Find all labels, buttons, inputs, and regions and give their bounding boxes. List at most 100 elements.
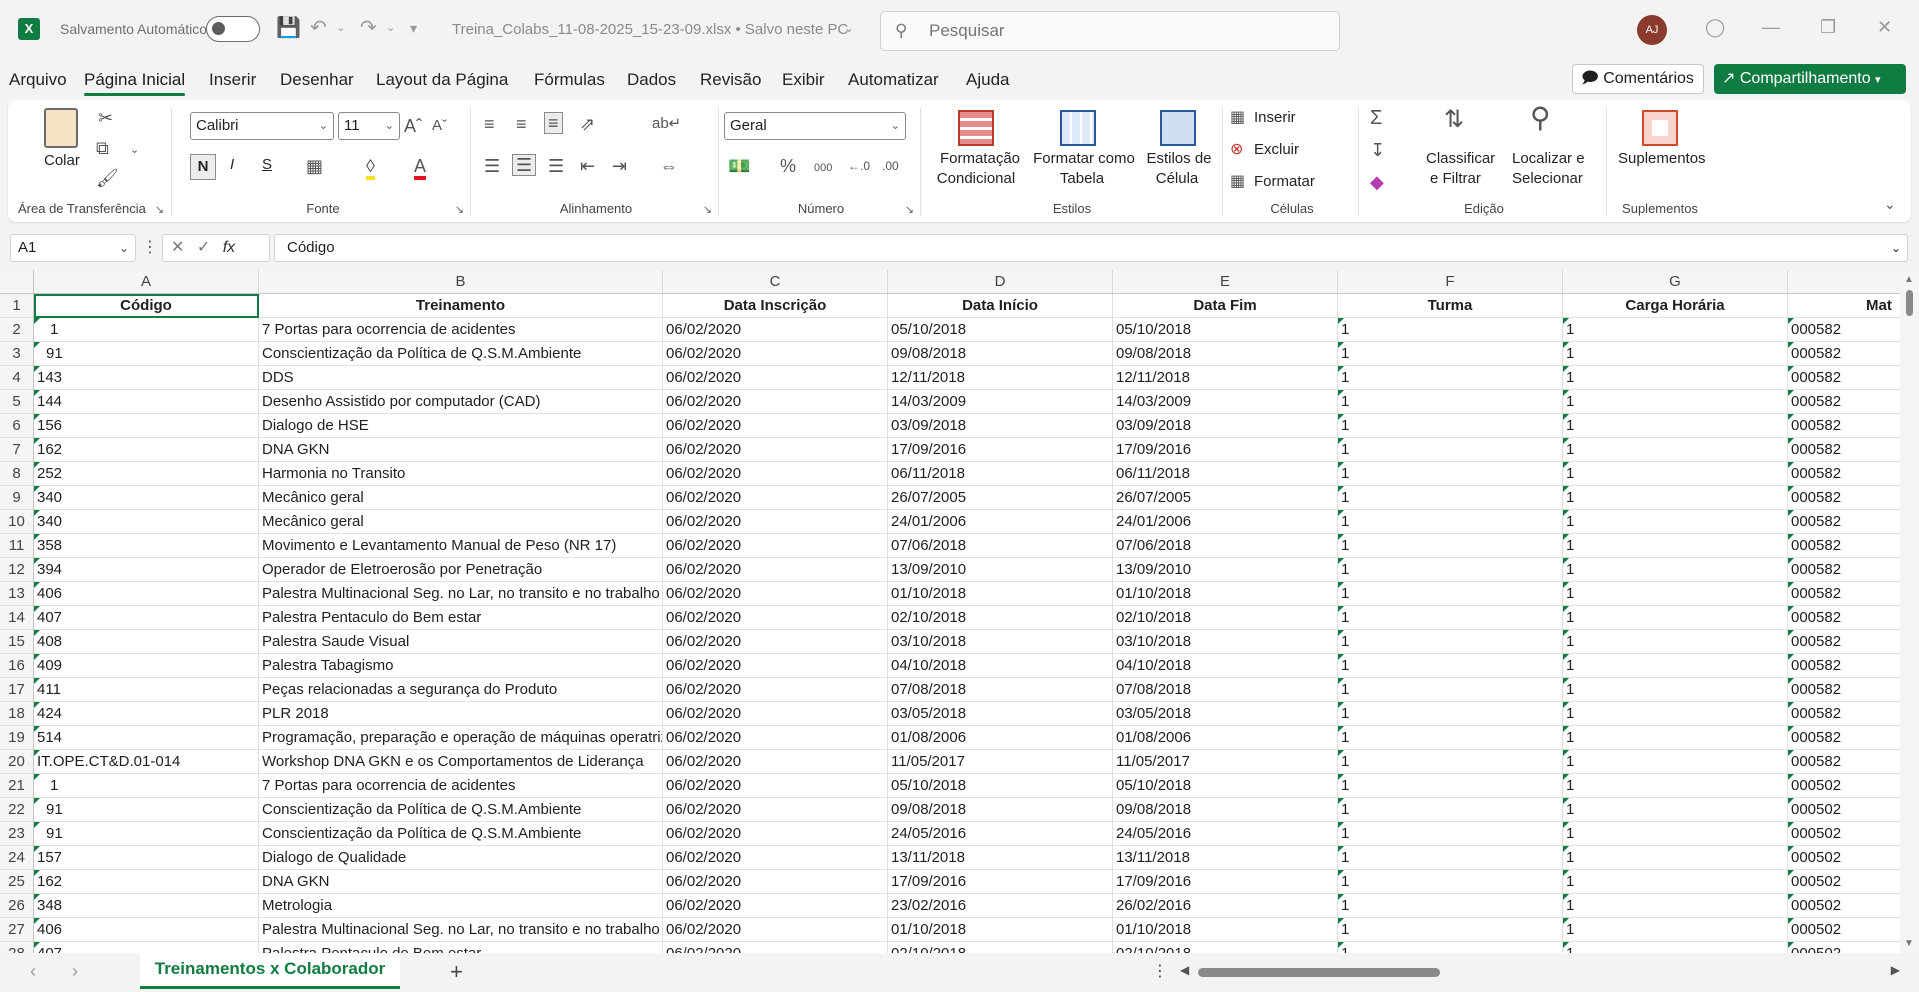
header-cell[interactable]: Turma <box>1338 294 1563 318</box>
align-right-icon[interactable]: ☰ <box>548 156 564 176</box>
table-cell[interactable]: Mecânico geral <box>259 510 663 534</box>
row-number[interactable]: 19 <box>0 726 34 750</box>
table-cell[interactable]: Palestra Multinacional Seg. no Lar, no t… <box>259 918 663 942</box>
table-cell[interactable]: 17/09/2016 <box>888 438 1113 462</box>
table-cell[interactable]: 000502 <box>1788 870 1900 894</box>
table-cell[interactable]: 000502 <box>1788 774 1900 798</box>
table-cell[interactable]: 06/02/2020 <box>663 702 888 726</box>
row-number[interactable]: 24 <box>0 846 34 870</box>
find-select-label-1[interactable]: Localizar e <box>1512 150 1585 167</box>
row-number[interactable]: 3 <box>0 342 34 366</box>
table-cell[interactable]: 05/10/2018 <box>1113 774 1338 798</box>
table-cell[interactable]: 7 Portas para ocorrencia de acidentes <box>259 318 663 342</box>
table-cell[interactable]: 06/02/2020 <box>663 534 888 558</box>
row-number[interactable]: 18 <box>0 702 34 726</box>
table-cell[interactable]: 06/02/2020 <box>663 750 888 774</box>
table-cell[interactable]: 1 <box>1338 558 1563 582</box>
minimize-icon[interactable]: — <box>1762 17 1780 38</box>
header-cell[interactable]: Data Fim <box>1113 294 1338 318</box>
avatar[interactable]: AJ <box>1637 15 1667 45</box>
table-cell[interactable]: Dialogo de Qualidade <box>259 846 663 870</box>
table-cell[interactable]: 1 <box>1338 702 1563 726</box>
row-number[interactable]: 25 <box>0 870 34 894</box>
table-cell[interactable]: Metrologia <box>259 894 663 918</box>
table-cell[interactable]: 157 <box>34 846 259 870</box>
horizontal-scrollbar[interactable]: ◀ ▶ <box>1180 963 1900 977</box>
align-bottom-icon[interactable]: ≡ <box>544 112 563 134</box>
cell-styles-icon[interactable] <box>1160 110 1196 146</box>
undo-dropdown-icon[interactable]: ⌄ <box>336 17 345 39</box>
clear-icon[interactable]: ◆ <box>1370 172 1384 192</box>
sheet-next-icon[interactable]: › <box>72 961 78 982</box>
table-cell[interactable]: 06/02/2020 <box>663 846 888 870</box>
table-cell[interactable]: 23/02/2016 <box>888 894 1113 918</box>
table-cell[interactable]: DNA GKN <box>259 870 663 894</box>
table-cell[interactable]: 1 <box>1563 390 1788 414</box>
table-cell[interactable]: 06/02/2020 <box>663 678 888 702</box>
table-cell[interactable]: 348 <box>34 894 259 918</box>
align-left-icon[interactable]: ☰ <box>484 156 500 176</box>
row-number[interactable]: 6 <box>0 414 34 438</box>
number-format-select[interactable]: Geral ⌄ <box>724 112 906 140</box>
table-cell[interactable]: 1 <box>1338 822 1563 846</box>
cancel-icon[interactable]: ✕ <box>171 239 184 256</box>
table-cell[interactable]: 06/02/2020 <box>663 510 888 534</box>
table-cell[interactable]: 409 <box>34 654 259 678</box>
table-cell[interactable]: 000582 <box>1788 606 1900 630</box>
formula-input[interactable]: Código ⌄ <box>274 234 1908 262</box>
collapse-ribbon-icon[interactable]: ⌄ <box>1884 194 1896 214</box>
table-cell[interactable]: 01/10/2018 <box>1113 582 1338 606</box>
table-cell[interactable]: Desenho Assistido por computador (CAD) <box>259 390 663 414</box>
table-cell[interactable]: Conscientização da Política de Q.S.M.Amb… <box>259 798 663 822</box>
table-cell[interactable]: 03/05/2018 <box>1113 702 1338 726</box>
table-cell[interactable]: 1 <box>1563 894 1788 918</box>
table-cell[interactable]: 1 <box>1563 462 1788 486</box>
vertical-scroll-thumb[interactable] <box>1906 290 1913 316</box>
column-header-a[interactable]: A <box>34 270 259 294</box>
table-cell[interactable]: 03/09/2018 <box>1113 414 1338 438</box>
tab-automatizar[interactable]: Automatizar <box>848 70 939 90</box>
table-cell[interactable]: 162 <box>34 870 259 894</box>
decrease-font-icon[interactable]: Aˇ <box>432 116 447 136</box>
table-cell[interactable]: Palestra Pentaculo do Bem estar <box>259 606 663 630</box>
conditional-format-icon[interactable] <box>958 110 994 146</box>
cut-icon[interactable]: ✂ <box>98 108 113 128</box>
table-cell[interactable]: 1 <box>34 774 259 798</box>
table-cell[interactable]: 000582 <box>1788 510 1900 534</box>
table-cell[interactable]: 09/08/2018 <box>888 342 1113 366</box>
addins-icon[interactable] <box>1642 110 1678 146</box>
share-button[interactable]: ↗ Compartilhamento ▾ <box>1714 64 1906 94</box>
more-sheets-icon[interactable]: ⋮ <box>1152 961 1168 981</box>
table-cell[interactable]: 1 <box>1563 870 1788 894</box>
column-header-d[interactable]: D <box>888 270 1113 294</box>
comments-button[interactable]: 🗩 Comentários <box>1572 64 1704 94</box>
row-number[interactable]: 15 <box>0 630 34 654</box>
table-cell[interactable]: 05/10/2018 <box>888 318 1113 342</box>
column-header-f[interactable]: F <box>1338 270 1563 294</box>
table-cell[interactable]: 13/09/2010 <box>1113 558 1338 582</box>
table-cell[interactable]: 06/02/2020 <box>663 798 888 822</box>
table-cell[interactable]: 02/10/2018 <box>888 942 1113 953</box>
autosave-toggle[interactable] <box>206 16 260 42</box>
number-launcher-icon[interactable]: ↘ <box>905 203 914 216</box>
table-cell[interactable]: PLR 2018 <box>259 702 663 726</box>
table-cell[interactable]: 1 <box>1563 534 1788 558</box>
table-cell[interactable]: 24/01/2006 <box>888 510 1113 534</box>
row-number[interactable]: 11 <box>0 534 34 558</box>
table-cell[interactable]: 06/02/2020 <box>663 774 888 798</box>
table-cell[interactable]: 1 <box>1338 606 1563 630</box>
table-cell[interactable]: 24/05/2016 <box>888 822 1113 846</box>
table-cell[interactable]: 1 <box>1338 510 1563 534</box>
table-cell[interactable]: 000582 <box>1788 558 1900 582</box>
table-cell[interactable]: 000582 <box>1788 366 1900 390</box>
table-cell[interactable]: Conscientização da Política de Q.S.M.Amb… <box>259 822 663 846</box>
sort-filter-label-1[interactable]: Classificar <box>1426 150 1495 167</box>
table-cell[interactable]: 06/02/2020 <box>663 438 888 462</box>
table-cell[interactable]: 06/02/2020 <box>663 630 888 654</box>
table-cell[interactable]: 06/02/2020 <box>663 318 888 342</box>
clipboard-launcher-icon[interactable]: ↘ <box>155 203 164 216</box>
table-cell[interactable]: 03/05/2018 <box>888 702 1113 726</box>
column-header-e[interactable]: E <box>1113 270 1338 294</box>
format-as-table-label-2[interactable]: Tabela <box>1034 170 1130 187</box>
table-cell[interactable]: 07/06/2018 <box>888 534 1113 558</box>
